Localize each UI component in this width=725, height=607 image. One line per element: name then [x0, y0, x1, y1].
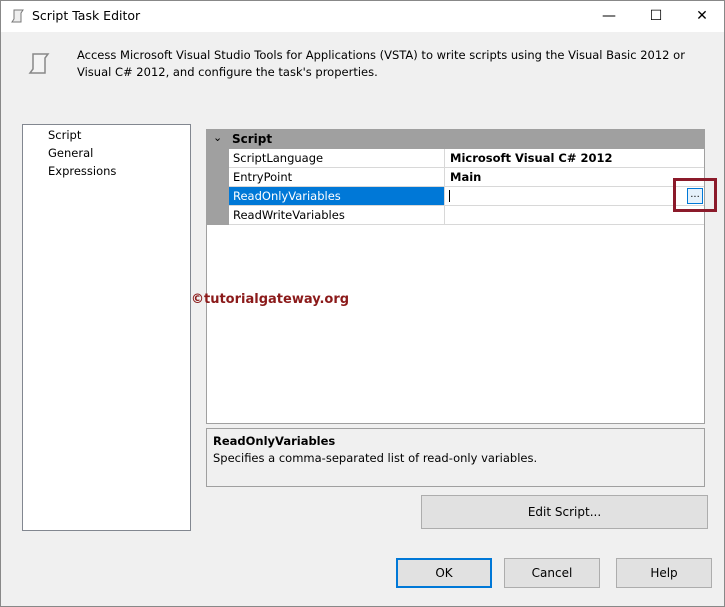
- description-title: ReadOnlyVariables: [213, 434, 336, 448]
- description-panel: ReadOnlyVariables Specifies a comma-sepa…: [206, 428, 705, 487]
- title-bar: Script Task Editor — ☐ ✕: [1, 1, 724, 32]
- grid-margin: [207, 149, 229, 225]
- property-row-selected[interactable]: ReadOnlyVariables ...: [229, 187, 704, 206]
- nav-item-script[interactable]: Script: [48, 128, 81, 142]
- script-scroll-icon: [28, 53, 50, 74]
- chevron-down-icon[interactable]: ⌄: [213, 131, 222, 144]
- nav-item-general[interactable]: General: [48, 146, 93, 160]
- help-button[interactable]: Help: [616, 558, 712, 588]
- minimize-button[interactable]: —: [586, 1, 632, 32]
- property-value[interactable]: Main: [446, 168, 704, 186]
- window-title: Script Task Editor: [32, 8, 141, 23]
- property-value-input[interactable]: [446, 187, 676, 205]
- description-text: Specifies a comma-separated list of read…: [213, 451, 538, 465]
- property-name: EntryPoint: [229, 168, 445, 186]
- watermark: ©tutorialgateway.org: [191, 292, 350, 307]
- property-name: ScriptLanguage: [229, 149, 445, 167]
- property-value[interactable]: Microsoft Visual C# 2012: [446, 149, 704, 167]
- edit-script-button[interactable]: Edit Script...: [421, 495, 708, 529]
- property-value[interactable]: [446, 206, 704, 224]
- property-name: ReadWriteVariables: [229, 206, 445, 224]
- maximize-button[interactable]: ☐: [633, 1, 679, 32]
- script-scroll-icon: [11, 9, 24, 23]
- close-button[interactable]: ✕: [679, 1, 725, 32]
- property-row[interactable]: EntryPoint Main: [229, 168, 704, 187]
- page-list: Script General Expressions: [22, 124, 191, 531]
- ok-button[interactable]: OK: [396, 558, 492, 588]
- category-header[interactable]: ⌄ Script: [207, 130, 704, 149]
- category-label: Script: [232, 132, 273, 146]
- property-grid: ⌄ Script ScriptLanguage Microsoft Visual …: [206, 129, 705, 424]
- cancel-button[interactable]: Cancel: [504, 558, 600, 588]
- highlight-box: [673, 178, 717, 212]
- property-row[interactable]: ReadWriteVariables: [229, 206, 704, 225]
- nav-item-expressions[interactable]: Expressions: [48, 164, 116, 178]
- task-description: Access Microsoft Visual Studio Tools for…: [77, 48, 685, 79]
- property-row[interactable]: ScriptLanguage Microsoft Visual C# 2012: [229, 149, 704, 168]
- property-name: ReadOnlyVariables: [229, 187, 445, 205]
